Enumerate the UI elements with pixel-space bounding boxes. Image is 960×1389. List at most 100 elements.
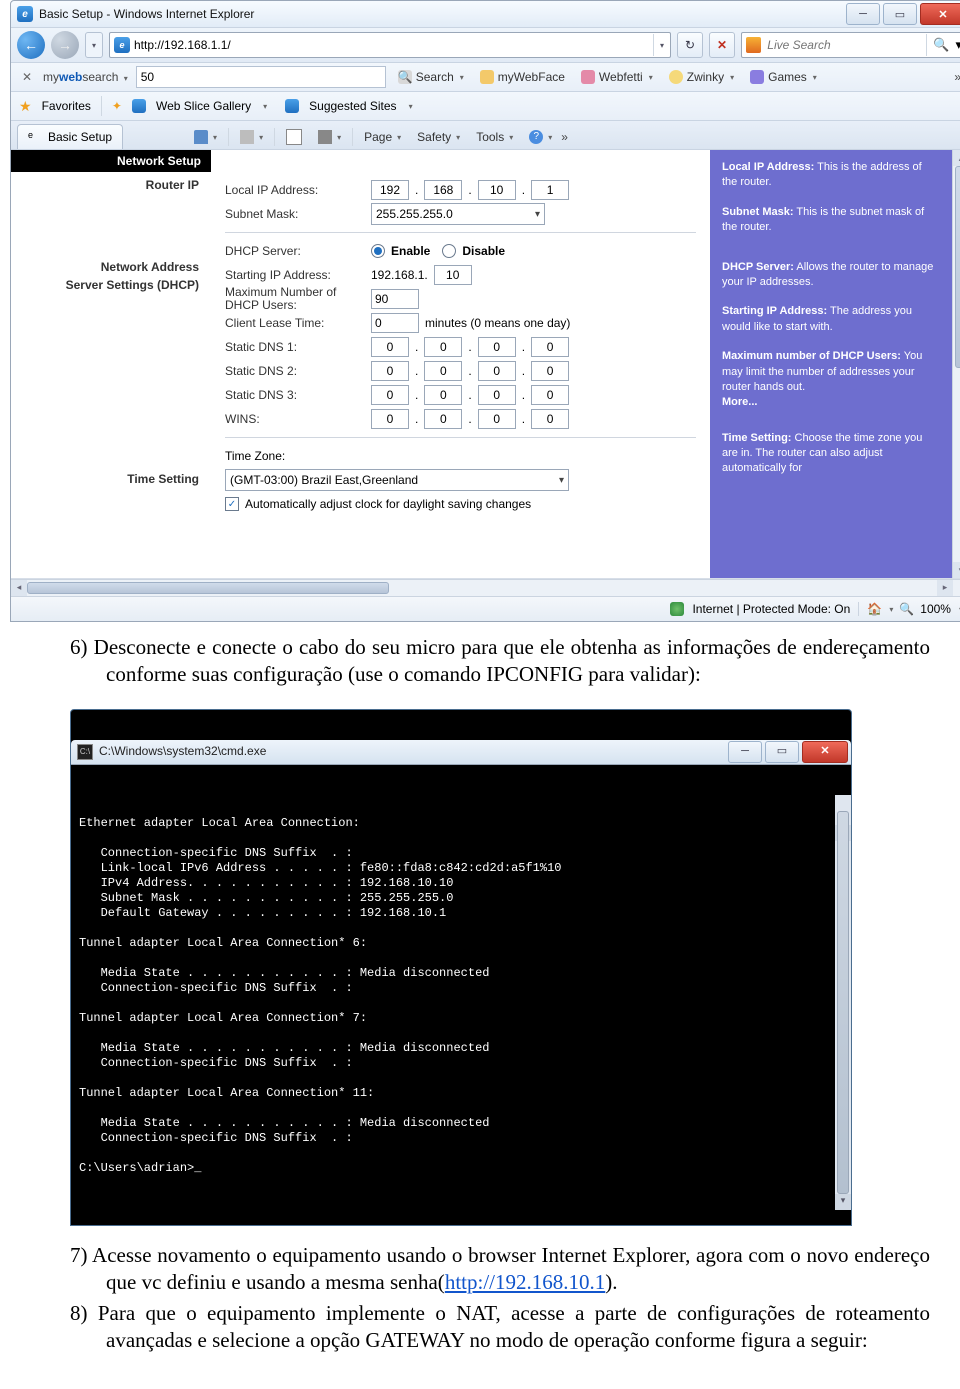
ip-octet-3[interactable] — [478, 180, 516, 200]
tb-zwinky[interactable]: Zwinky▾ — [665, 70, 738, 84]
search-dropdown[interactable]: ▾ — [955, 37, 960, 53]
dns2-a[interactable] — [371, 361, 409, 381]
add-to-bar-icon[interactable]: ✦ — [112, 99, 122, 113]
fav-suggested[interactable]: Suggested Sites — [309, 99, 396, 113]
more-link[interactable]: More... — [722, 396, 757, 408]
dns1-a[interactable] — [371, 337, 409, 357]
wins-c[interactable] — [478, 409, 516, 429]
wins-a[interactable] — [371, 409, 409, 429]
minimize-button[interactable]: ─ — [846, 3, 880, 25]
help-button[interactable]: ?▾ — [522, 125, 559, 149]
dns3-a[interactable] — [371, 385, 409, 405]
timezone-select[interactable]: (GMT-03:00) Brazil East,Greenland — [225, 469, 569, 491]
dhcp-server-label: DHCP Server: — [225, 244, 365, 258]
mail-icon — [286, 129, 302, 145]
scroll-thumb[interactable] — [955, 166, 960, 368]
lease-input[interactable] — [371, 313, 419, 333]
cmd-scroll-down[interactable]: ▾ — [835, 1194, 851, 1210]
dns3-d[interactable] — [531, 385, 569, 405]
hscroll-right[interactable]: ▸ — [937, 580, 953, 596]
mws-search-input[interactable] — [136, 66, 386, 88]
dhcp-enable-radio[interactable] — [371, 244, 385, 258]
subnet-select[interactable]: 255.255.255.0 — [371, 203, 545, 225]
ip-octet-4[interactable] — [531, 180, 569, 200]
section-heading: Network Setup — [11, 150, 211, 172]
dhcp-disable-radio[interactable] — [442, 244, 456, 258]
dns1-d[interactable] — [531, 337, 569, 357]
ip-link[interactable]: http://192.168.10.1 — [445, 1270, 605, 1294]
printer-icon — [318, 130, 332, 144]
cmd-scrollbar[interactable]: ▴ ▾ — [835, 795, 851, 1210]
nav-history-dropdown[interactable]: ▾ — [85, 32, 103, 58]
page-menu[interactable]: Page▾ — [357, 125, 408, 149]
close-button[interactable]: ✕ — [920, 3, 960, 25]
mail-button[interactable] — [279, 125, 309, 149]
start-ip-input[interactable] — [434, 265, 472, 285]
dns3-c[interactable] — [478, 385, 516, 405]
mywebsearch-logo[interactable]: mywebsearch ▾ — [43, 70, 128, 84]
stop-button[interactable]: ✕ — [709, 32, 735, 58]
dns1-b[interactable] — [424, 337, 462, 357]
forward-button[interactable]: → — [51, 31, 79, 59]
cmd-window: C:\ C:\Windows\system32\cmd.exe ─ ▭ ✕ Et… — [70, 709, 852, 1226]
refresh-button[interactable]: ↻ — [677, 32, 703, 58]
cmd-close[interactable]: ✕ — [802, 741, 848, 763]
dns2-b[interactable] — [424, 361, 462, 381]
dns1-c[interactable] — [478, 337, 516, 357]
search-box[interactable]: 🔍 ▾ — [741, 32, 960, 58]
tb-games[interactable]: Games▾ — [746, 70, 821, 84]
print-button[interactable]: ▾ — [311, 125, 348, 149]
home-button[interactable]: ▾ — [187, 125, 224, 149]
zoom-icon[interactable]: 🔍 — [899, 602, 914, 616]
tb-search[interactable]: 🔍Search▾ — [394, 70, 468, 84]
status-mode: Internet | Protected Mode: On — [692, 602, 850, 616]
dns3-b[interactable] — [424, 385, 462, 405]
wins-b[interactable] — [424, 409, 462, 429]
search-input[interactable] — [765, 34, 926, 56]
dns3-label: Static DNS 3: — [225, 388, 365, 402]
max-users-input[interactable] — [371, 289, 419, 309]
tb-webfetti[interactable]: Webfetti▾ — [577, 70, 657, 84]
ip-octet-2[interactable] — [424, 180, 462, 200]
favorites-star-icon[interactable]: ★ — [19, 98, 32, 115]
status-bar: Internet | Protected Mode: On 🏠▾ 🔍 100% … — [11, 596, 960, 621]
scroll-down-button[interactable]: ▾ — [953, 562, 960, 578]
horizontal-scrollbar[interactable]: ◂ ▸ — [11, 579, 960, 596]
cmd-minimize[interactable]: ─ — [728, 741, 762, 763]
site-icon — [285, 99, 299, 113]
zoom-value: 100% — [920, 602, 951, 616]
hscroll-left[interactable]: ◂ — [11, 580, 27, 596]
cmd-icon: C:\ — [77, 744, 93, 760]
tools-menu[interactable]: Tools▾ — [469, 125, 520, 149]
dst-checkbox[interactable]: ✓ — [225, 497, 239, 511]
dst-label: Automatically adjust clock for daylight … — [245, 497, 531, 511]
instruction-text-6: 6) Desconecte e conecte o cabo do seu mi… — [10, 628, 960, 703]
dns2-c[interactable] — [478, 361, 516, 381]
tb-mywebface[interactable]: myWebFace — [476, 70, 569, 84]
scroll-up-button[interactable]: ▴ — [953, 150, 960, 166]
maximize-button[interactable]: ▭ — [883, 3, 917, 25]
url-input[interactable] — [134, 35, 653, 55]
back-button[interactable]: ← — [17, 31, 45, 59]
toolbar-overflow-button[interactable]: » — [954, 70, 960, 84]
ip-octet-1[interactable] — [371, 180, 409, 200]
url-dropdown-icon[interactable]: ▾ — [653, 34, 670, 56]
cmd-scroll-thumb[interactable] — [837, 811, 849, 1194]
page-content: Network Setup Router IP Network Address … — [11, 150, 960, 579]
favorites-label[interactable]: Favorites — [42, 99, 91, 113]
wins-d[interactable] — [531, 409, 569, 429]
ie-icon: e — [17, 6, 33, 22]
hscroll-thumb[interactable] — [27, 582, 389, 594]
safety-menu[interactable]: Safety▾ — [410, 125, 467, 149]
fav-webslice[interactable]: Web Slice Gallery — [156, 99, 251, 113]
tab-basic-setup[interactable]: e Basic Setup — [17, 124, 123, 149]
address-bar[interactable]: e ▾ — [109, 32, 671, 58]
cmdbar-overflow[interactable]: » — [561, 130, 568, 144]
feeds-button[interactable]: ▾ — [233, 125, 270, 149]
cmd-maximize[interactable]: ▭ — [765, 741, 799, 763]
toolbar-close-button[interactable]: ✕ — [19, 70, 35, 84]
search-go-button[interactable]: 🔍 — [926, 34, 955, 56]
tab-row: e Basic Setup ▾ ▾ ▾ Page▾ Safety▾ Tools▾… — [11, 121, 960, 150]
dns2-d[interactable] — [531, 361, 569, 381]
vertical-scrollbar[interactable]: ▴ ▾ — [952, 150, 960, 578]
